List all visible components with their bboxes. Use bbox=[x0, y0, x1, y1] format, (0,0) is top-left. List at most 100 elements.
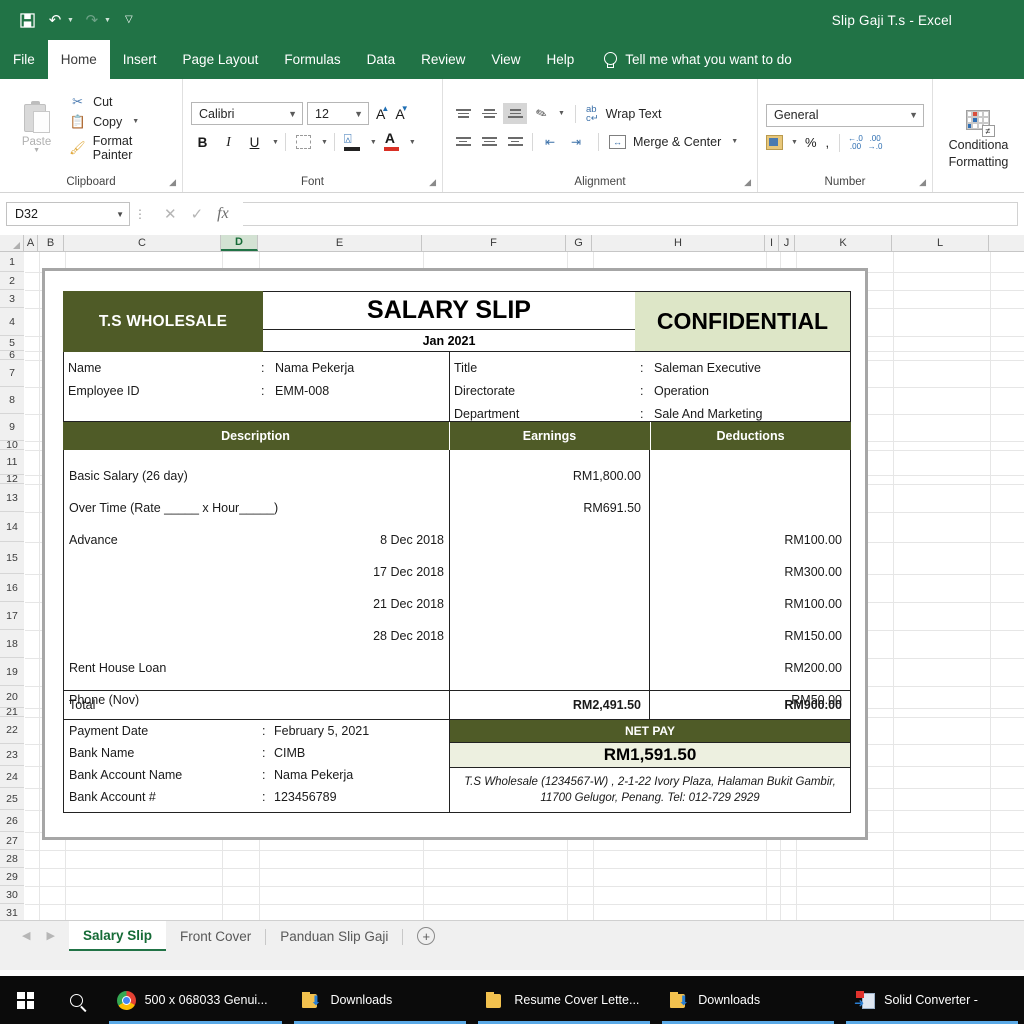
taskbar-item-solid-converter[interactable]: ➜ Solid Converter - bbox=[840, 976, 1024, 1024]
column-header-i[interactable]: I bbox=[765, 235, 779, 251]
column-header-b[interactable]: B bbox=[38, 235, 64, 251]
copy-dropdown-icon[interactable]: ▼ bbox=[132, 118, 139, 125]
column-header-c[interactable]: C bbox=[64, 235, 221, 251]
align-right-button[interactable] bbox=[503, 131, 527, 152]
font-name-combo[interactable]: Calibri ▼ bbox=[191, 102, 303, 125]
row-header-21[interactable]: 21 bbox=[0, 708, 24, 717]
italic-button[interactable]: I bbox=[217, 131, 240, 153]
column-header-l[interactable]: L bbox=[892, 235, 989, 251]
insert-function-icon[interactable]: fx bbox=[217, 205, 229, 223]
row-header-13[interactable]: 13 bbox=[0, 484, 24, 512]
merge-dropdown-icon[interactable]: ▼ bbox=[731, 138, 738, 145]
orientation-button[interactable]: ✎ bbox=[529, 103, 553, 124]
copy-button[interactable]: 📋 Copy ▼ bbox=[69, 114, 174, 130]
column-header-a[interactable]: A bbox=[24, 235, 38, 251]
taskbar-item-downloads-2[interactable]: ⬇ Downloads bbox=[656, 976, 840, 1024]
ribbon-tab-view[interactable]: View bbox=[478, 40, 533, 79]
sheet-tab-panduan-slip-gaji[interactable]: Panduan Slip Gaji bbox=[266, 921, 402, 951]
borders-dropdown-icon[interactable]: ▼ bbox=[321, 139, 328, 146]
merge-center-button[interactable]: ↔ Merge & Center ▼ bbox=[609, 135, 738, 149]
column-header-h[interactable]: H bbox=[592, 235, 765, 251]
row-header-20[interactable]: 20 bbox=[0, 686, 24, 708]
percent-style-button[interactable]: % bbox=[803, 135, 819, 150]
increase-decimal-icon[interactable]: ←.0.00 bbox=[848, 135, 863, 151]
row-header-12[interactable]: 12 bbox=[0, 475, 24, 484]
clipboard-dialog-launcher[interactable]: ◢ bbox=[169, 177, 176, 188]
borders-button[interactable] bbox=[292, 131, 315, 153]
increase-font-size-icon[interactable]: A▲ bbox=[373, 106, 388, 122]
font-color-button[interactable]: A bbox=[380, 131, 403, 153]
row-header-29[interactable]: 29 bbox=[0, 868, 24, 886]
align-left-button[interactable] bbox=[451, 131, 475, 152]
column-header-k[interactable]: K bbox=[795, 235, 892, 251]
column-header-d[interactable]: D bbox=[221, 235, 258, 251]
align-top-button[interactable] bbox=[451, 103, 475, 124]
taskbar-item-chrome[interactable]: 500 x 068033 Genui... bbox=[103, 976, 289, 1024]
row-header-25[interactable]: 25 bbox=[0, 788, 24, 810]
row-header-9[interactable]: 9 bbox=[0, 414, 24, 441]
row-header-11[interactable]: 11 bbox=[0, 450, 24, 475]
next-sheet-icon[interactable]: ▶ bbox=[46, 929, 54, 942]
align-bottom-button[interactable] bbox=[503, 103, 527, 124]
formula-bar-grip[interactable]: ⋮ bbox=[130, 207, 150, 221]
row-header-18[interactable]: 18 bbox=[0, 630, 24, 658]
row-header-10[interactable]: 10 bbox=[0, 441, 24, 450]
row-header-16[interactable]: 16 bbox=[0, 574, 24, 602]
row-header-30[interactable]: 30 bbox=[0, 886, 24, 904]
ribbon-tab-home[interactable]: Home bbox=[48, 40, 110, 79]
column-header-f[interactable]: F bbox=[422, 235, 566, 251]
formula-input[interactable] bbox=[243, 202, 1018, 226]
conditional-formatting-button[interactable]: ≠ Conditiona Formatting bbox=[941, 110, 1016, 170]
taskbar-search-button[interactable] bbox=[51, 994, 102, 1007]
row-header-19[interactable]: 19 bbox=[0, 658, 24, 686]
enter-icon[interactable]: ✓ bbox=[191, 205, 204, 223]
row-header-23[interactable]: 23 bbox=[0, 744, 24, 766]
underline-button[interactable]: U bbox=[243, 131, 266, 153]
comma-style-button[interactable]: , bbox=[824, 135, 832, 150]
tell-me-box[interactable]: Tell me what you want to do bbox=[603, 40, 792, 79]
fill-color-button[interactable]: ⍓ bbox=[341, 131, 364, 153]
taskbar-item-resume-cover-letter[interactable]: Resume Cover Lette... bbox=[472, 976, 656, 1024]
accounting-format-icon[interactable] bbox=[766, 135, 783, 150]
align-middle-button[interactable] bbox=[477, 103, 501, 124]
decrease-decimal-icon[interactable]: .00→.0 bbox=[868, 135, 883, 151]
ribbon-tab-data[interactable]: Data bbox=[354, 40, 409, 79]
add-sheet-icon[interactable]: + bbox=[417, 927, 435, 945]
row-header-2[interactable]: 2 bbox=[0, 272, 24, 290]
decrease-font-size-icon[interactable]: A▼ bbox=[392, 106, 407, 122]
ribbon-tab-review[interactable]: Review bbox=[408, 40, 478, 79]
orientation-dropdown-icon[interactable]: ▼ bbox=[558, 110, 565, 117]
ribbon-tab-file[interactable]: File bbox=[0, 40, 48, 79]
row-header-4[interactable]: 4 bbox=[0, 308, 24, 336]
row-header-14[interactable]: 14 bbox=[0, 512, 24, 542]
accounting-dropdown-icon[interactable]: ▼ bbox=[791, 139, 798, 146]
ribbon-tab-formulas[interactable]: Formulas bbox=[271, 40, 353, 79]
font-dialog-launcher[interactable]: ◢ bbox=[429, 177, 436, 188]
ribbon-tab-page-layout[interactable]: Page Layout bbox=[170, 40, 272, 79]
font-size-combo[interactable]: 12 ▼ bbox=[307, 102, 369, 125]
number-dialog-launcher[interactable]: ◢ bbox=[919, 177, 926, 188]
paste-dropdown-icon[interactable]: ▼ bbox=[33, 147, 40, 154]
paste-button[interactable]: Paste ▼ bbox=[8, 101, 65, 154]
taskbar-item-downloads-1[interactable]: ⬇ Downloads bbox=[288, 976, 472, 1024]
row-header-1[interactable]: 1 bbox=[0, 252, 24, 272]
align-center-button[interactable] bbox=[477, 131, 501, 152]
ribbon-tab-insert[interactable]: Insert bbox=[110, 40, 170, 79]
row-header-31[interactable]: 31 bbox=[0, 904, 24, 920]
ribbon-tab-help[interactable]: Help bbox=[533, 40, 587, 79]
decrease-indent-button[interactable]: ⇤ bbox=[538, 131, 562, 152]
previous-sheet-icon[interactable]: ◀ bbox=[22, 929, 30, 942]
row-header-3[interactable]: 3 bbox=[0, 290, 24, 308]
cut-button[interactable]: ✂ Cut bbox=[69, 94, 174, 110]
sheet-tab-front-cover[interactable]: Front Cover bbox=[166, 921, 265, 951]
wrap-text-button[interactable]: abc↵ Wrap Text bbox=[586, 105, 662, 123]
bold-button[interactable]: B bbox=[191, 131, 214, 153]
fill-color-dropdown-icon[interactable]: ▼ bbox=[370, 139, 377, 146]
row-header-15[interactable]: 15 bbox=[0, 542, 24, 574]
row-header-17[interactable]: 17 bbox=[0, 602, 24, 630]
format-painter-button[interactable]: 🖌 Format Painter bbox=[69, 134, 174, 162]
column-header-e[interactable]: E bbox=[258, 235, 422, 251]
row-header-7[interactable]: 7 bbox=[0, 360, 24, 387]
sheet-tab-salary-slip[interactable]: Salary Slip bbox=[69, 921, 166, 951]
cancel-icon[interactable]: ✕ bbox=[164, 205, 177, 223]
